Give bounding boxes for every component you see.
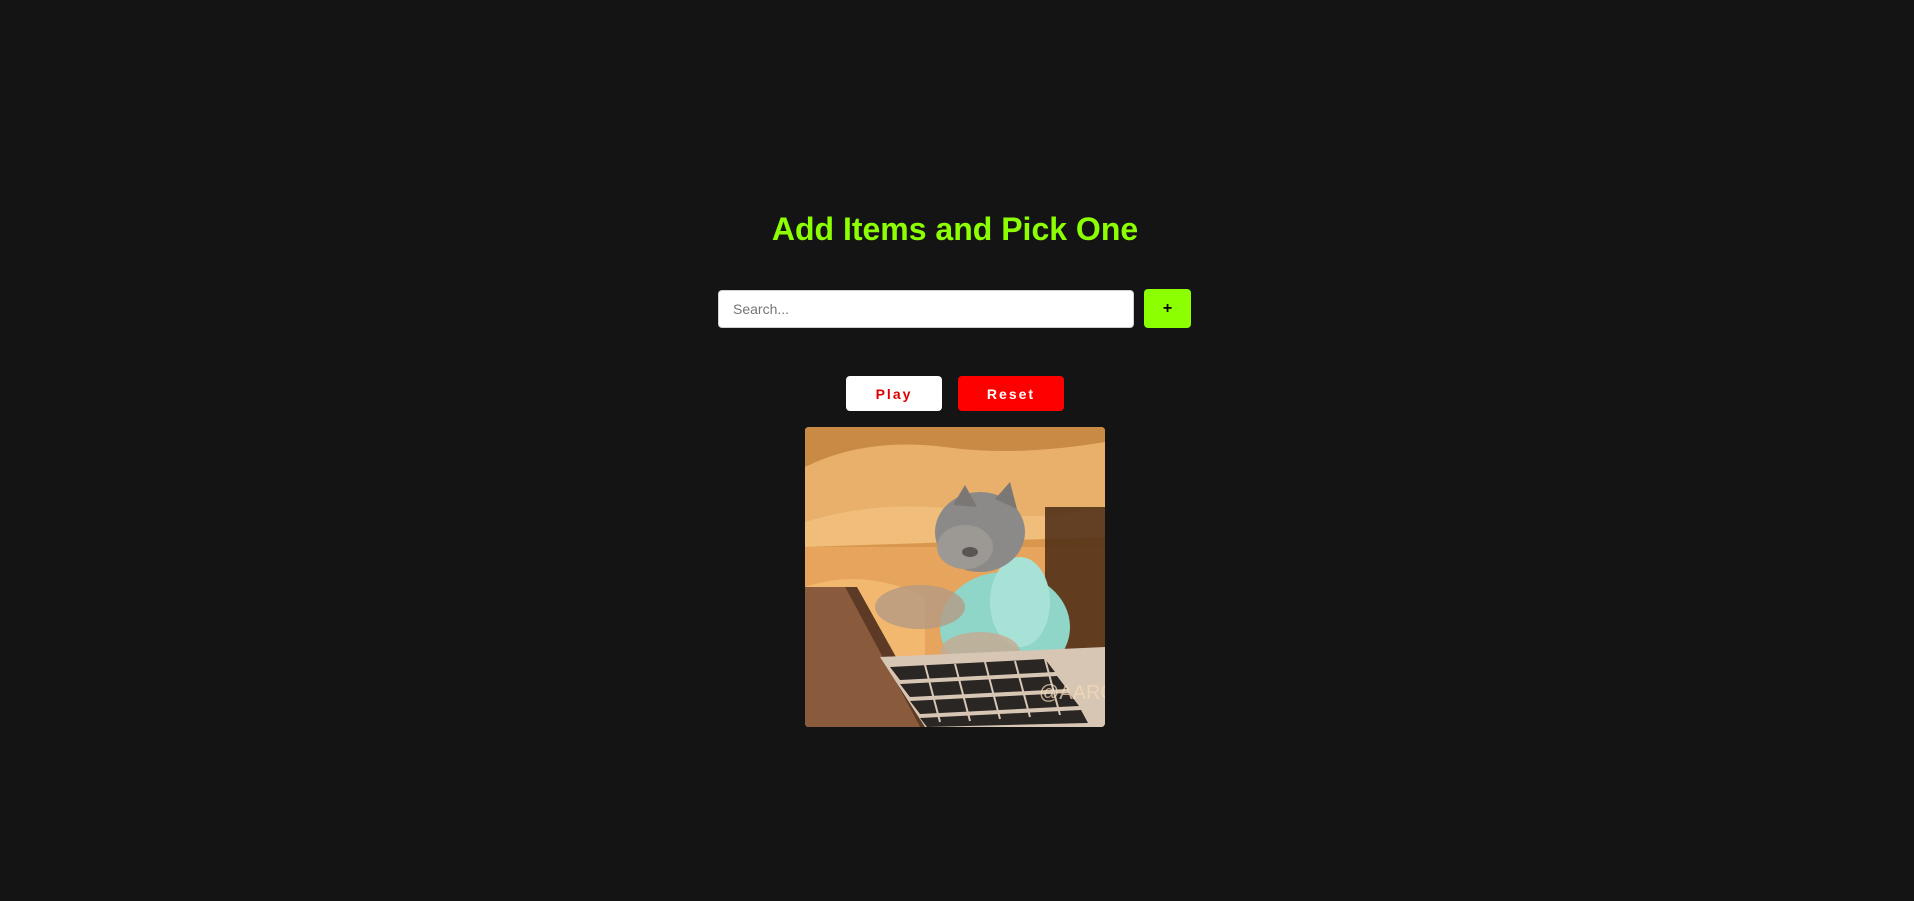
cat-illustration: @AARON bbox=[805, 427, 1105, 727]
cat-typing-gif: @AARON bbox=[805, 427, 1105, 727]
gif-watermark: @AARON bbox=[1039, 682, 1105, 704]
play-button[interactable]: Play bbox=[846, 376, 942, 411]
page-title: Add Items and Pick One bbox=[771, 211, 1139, 247]
page: Add Items and Pick One + Play Reset bbox=[0, 0, 1914, 901]
add-item-button[interactable]: + bbox=[1144, 289, 1191, 328]
controls-row: Play Reset bbox=[846, 376, 1064, 411]
search-row: + bbox=[718, 289, 1191, 328]
search-input[interactable] bbox=[718, 289, 1134, 328]
reset-button[interactable]: Reset bbox=[958, 376, 1064, 411]
